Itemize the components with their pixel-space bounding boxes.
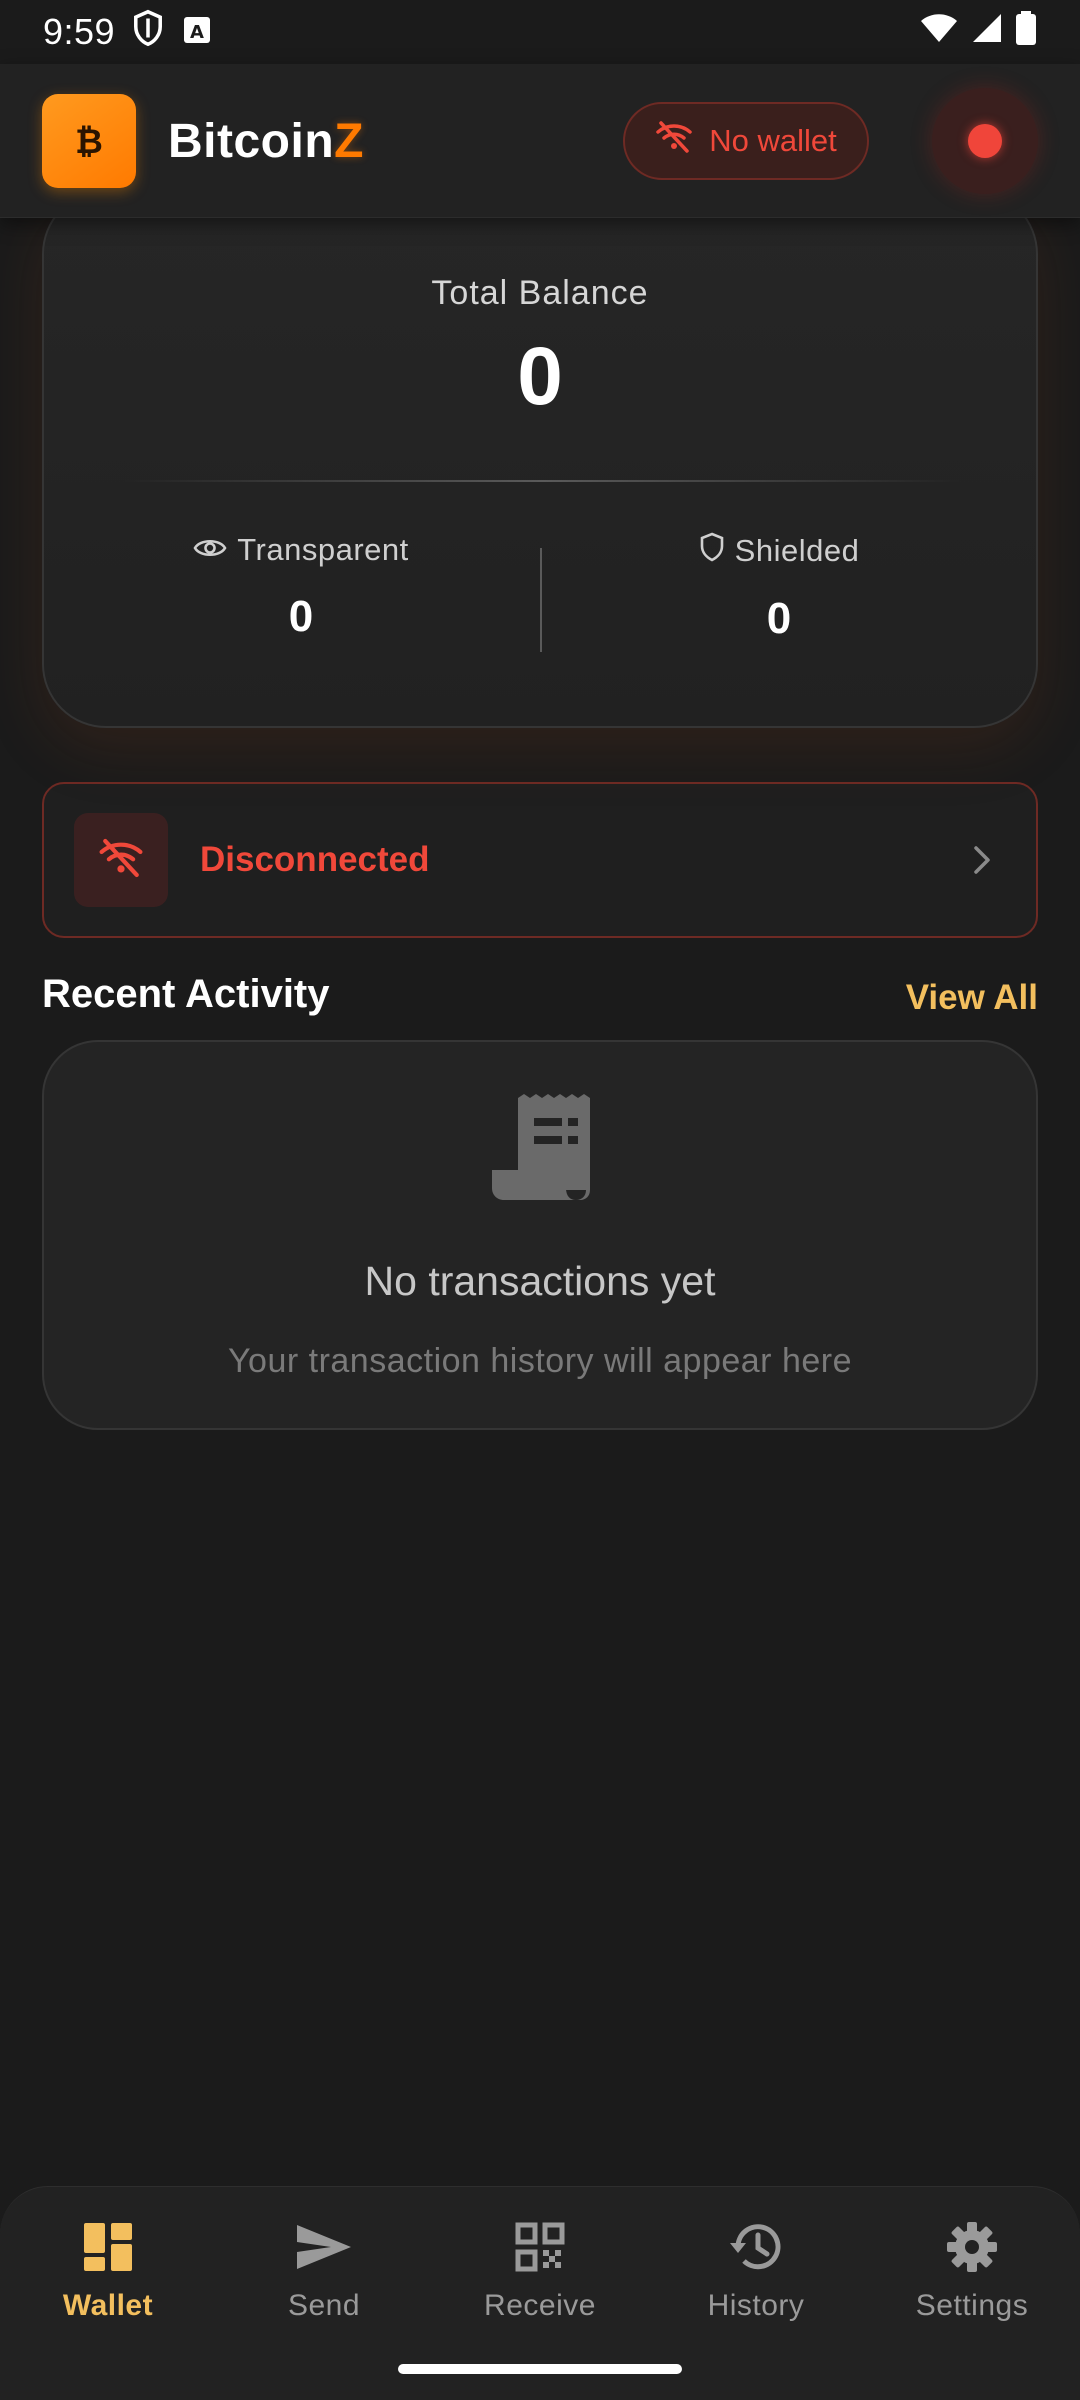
chevron-right-icon xyxy=(972,844,992,876)
svg-text:₿: ₿ xyxy=(75,122,103,162)
app-title-accent: Z xyxy=(334,115,364,168)
history-icon xyxy=(728,2215,784,2279)
app-header: ₿ BitcoinZ No wallet xyxy=(0,64,1080,218)
empty-transactions-card: No transactions yet Your transaction his… xyxy=(42,1040,1038,1430)
transparent-value: 0 xyxy=(288,592,314,641)
nav-label-receive: Receive xyxy=(484,2289,596,2322)
view-all-link[interactable]: View All xyxy=(906,978,1038,1018)
record-dot-icon xyxy=(968,124,1002,158)
nav-receive[interactable]: Receive xyxy=(432,2215,648,2335)
svg-text:A: A xyxy=(190,22,204,43)
wifi-icon xyxy=(919,11,959,53)
bitcoin-icon: ₿ xyxy=(75,122,103,162)
record-button[interactable] xyxy=(932,88,1038,194)
recent-activity-title: Recent Activity xyxy=(42,972,330,1016)
font-a-icon: A xyxy=(183,11,211,53)
nav-history[interactable]: History xyxy=(648,2215,864,2335)
nav-label-settings: Settings xyxy=(915,2289,1029,2322)
home-indicator[interactable] xyxy=(398,2364,682,2374)
nav-settings[interactable]: Settings xyxy=(864,2215,1080,2335)
status-icons-left: A xyxy=(131,9,211,56)
send-icon xyxy=(295,2215,353,2279)
shielded-value: 0 xyxy=(766,594,792,643)
cellular-signal-icon xyxy=(971,11,1003,53)
wallet-status-label: No wallet xyxy=(709,123,837,158)
column-divider xyxy=(540,548,542,652)
nav-wallet[interactable]: Wallet xyxy=(0,2215,216,2335)
balance-divider xyxy=(124,480,960,482)
receipt-icon xyxy=(490,1094,594,1202)
transparent-balance: Transparent 0 xyxy=(86,532,516,642)
nav-send[interactable]: Send xyxy=(216,2215,432,2335)
shield-icon xyxy=(131,9,165,56)
app-title-main: Bitcoin xyxy=(168,115,335,168)
total-balance-value: 0 xyxy=(517,331,563,422)
battery-icon xyxy=(1015,10,1037,54)
app-logo: ₿ xyxy=(42,94,136,188)
status-icons-right xyxy=(919,10,1037,54)
connection-status-card[interactable]: Disconnected xyxy=(42,782,1038,938)
connection-status-label: Disconnected xyxy=(200,840,430,879)
shielded-label: Shielded xyxy=(734,533,860,568)
wifi-off-icon xyxy=(98,838,144,883)
qr-code-icon xyxy=(515,2215,565,2279)
eye-icon xyxy=(193,532,227,568)
gear-icon xyxy=(945,2215,999,2279)
shield-outline-icon xyxy=(699,532,725,570)
transparent-label: Transparent xyxy=(237,532,409,567)
dashboard-icon xyxy=(82,2215,134,2279)
nav-label-send: Send xyxy=(287,2289,361,2322)
empty-subtitle: Your transaction history will appear her… xyxy=(227,1342,853,1380)
shielded-balance: Shielded 0 xyxy=(564,532,994,644)
app-title: BitcoinZ xyxy=(168,114,364,169)
nav-label-history: History xyxy=(707,2289,805,2322)
total-balance-label: Total Balance xyxy=(431,274,649,312)
status-time: 9:59 xyxy=(43,11,116,52)
balance-card: Total Balance 0 Transparent 0 Shielded 0 xyxy=(42,190,1038,728)
nav-label-wallet: Wallet xyxy=(62,2289,154,2322)
wifi-off-icon xyxy=(655,121,693,161)
status-bar: 9:59 A xyxy=(0,0,1080,64)
wallet-status-button[interactable]: No wallet xyxy=(623,102,869,180)
empty-title: No transactions yet xyxy=(364,1258,716,1304)
connection-icon-box xyxy=(74,813,168,907)
